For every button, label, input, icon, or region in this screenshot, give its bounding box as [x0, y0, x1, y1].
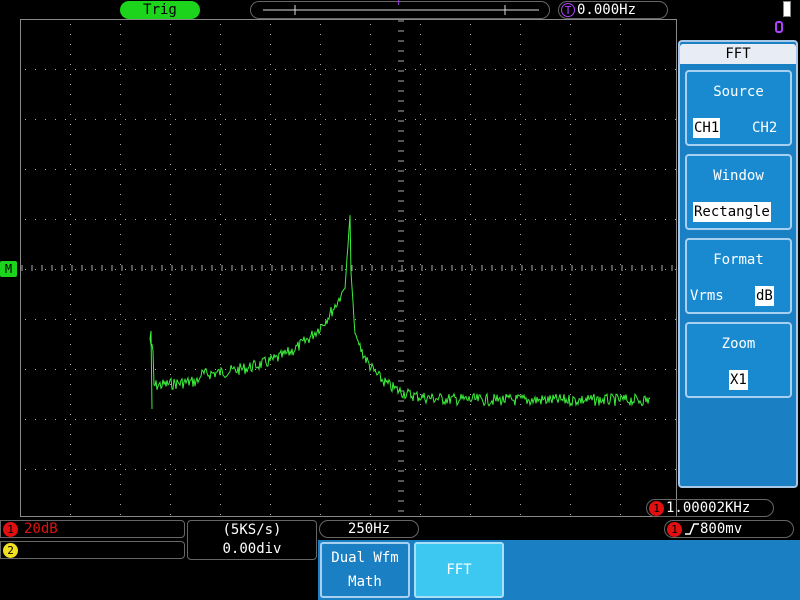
format-vrms-option[interactable]: Vrms: [689, 286, 725, 306]
source-ch1-option[interactable]: CH1: [693, 118, 721, 138]
trigger-frequency-value: 0.000Hz: [577, 2, 637, 18]
ch1-scale: 20dB: [24, 521, 58, 537]
trigger-level: 800mv: [700, 521, 743, 537]
dual-wfm-math-button[interactable]: Dual Wfm Math: [320, 542, 410, 598]
frequency-counter: 1 1.00002KHz: [646, 499, 774, 517]
trigger-status-badge: Trig: [120, 1, 200, 19]
ch1-icon: 1: [3, 522, 18, 537]
format-menu-item[interactable]: Format Vrms dB: [685, 238, 792, 314]
source-label: Source: [713, 84, 764, 100]
sample-rate: (5KS/s): [222, 522, 282, 538]
format-db-option[interactable]: dB: [755, 286, 774, 306]
source-menu-item[interactable]: Source CH1 CH2: [685, 70, 792, 146]
timebase-status[interactable]: (5KS/s) 0.00div: [187, 520, 317, 560]
ch1-status[interactable]: 1 20dB: [0, 520, 185, 538]
trigger-channel-icon: 1: [667, 522, 682, 537]
frequency-per-div: 250Hz: [319, 520, 419, 538]
trigger-frequency-readout: T 0.000Hz: [558, 1, 668, 19]
zoom-label: Zoom: [721, 336, 756, 352]
window-value: Rectangle: [693, 202, 771, 222]
horizontal-offset: 0.00div: [222, 541, 282, 557]
format-label: Format: [713, 252, 764, 268]
zoom-menu-item[interactable]: Zoom X1: [685, 322, 792, 398]
window-menu-item[interactable]: Window Rectangle: [685, 154, 792, 230]
fft-button[interactable]: FFT: [414, 542, 504, 598]
ch2-status[interactable]: 2: [0, 541, 185, 559]
memory-depth-indicator: [783, 1, 791, 17]
trigger-position-marker: T: [396, 0, 402, 8]
trigger-status[interactable]: 1 800mv: [664, 520, 794, 538]
dual-wfm-math-line2: Math: [348, 574, 382, 590]
zoom-value: X1: [729, 370, 748, 390]
waveform-display[interactable]: [20, 19, 677, 517]
fft-trace: [149, 215, 651, 410]
trigger-position-right-icon: [775, 21, 783, 33]
rising-edge-icon: [685, 523, 699, 535]
math-marker-icon[interactable]: M: [0, 261, 17, 277]
dual-wfm-math-line1: Dual Wfm: [331, 550, 399, 566]
ch2-icon: 2: [3, 543, 18, 558]
horizontal-position-bar: T: [250, 0, 550, 19]
frequency-counter-value: 1.00002KHz: [666, 500, 751, 516]
source-ch2-option[interactable]: CH2: [751, 118, 778, 138]
fft-menu-title: FFT: [680, 44, 796, 64]
window-label: Window: [713, 168, 764, 184]
trigger-t-icon: T: [561, 3, 575, 17]
counter-channel-icon: 1: [649, 501, 664, 516]
fft-menu: FFT Source CH1 CH2 Window Rectangle Form…: [678, 40, 798, 488]
